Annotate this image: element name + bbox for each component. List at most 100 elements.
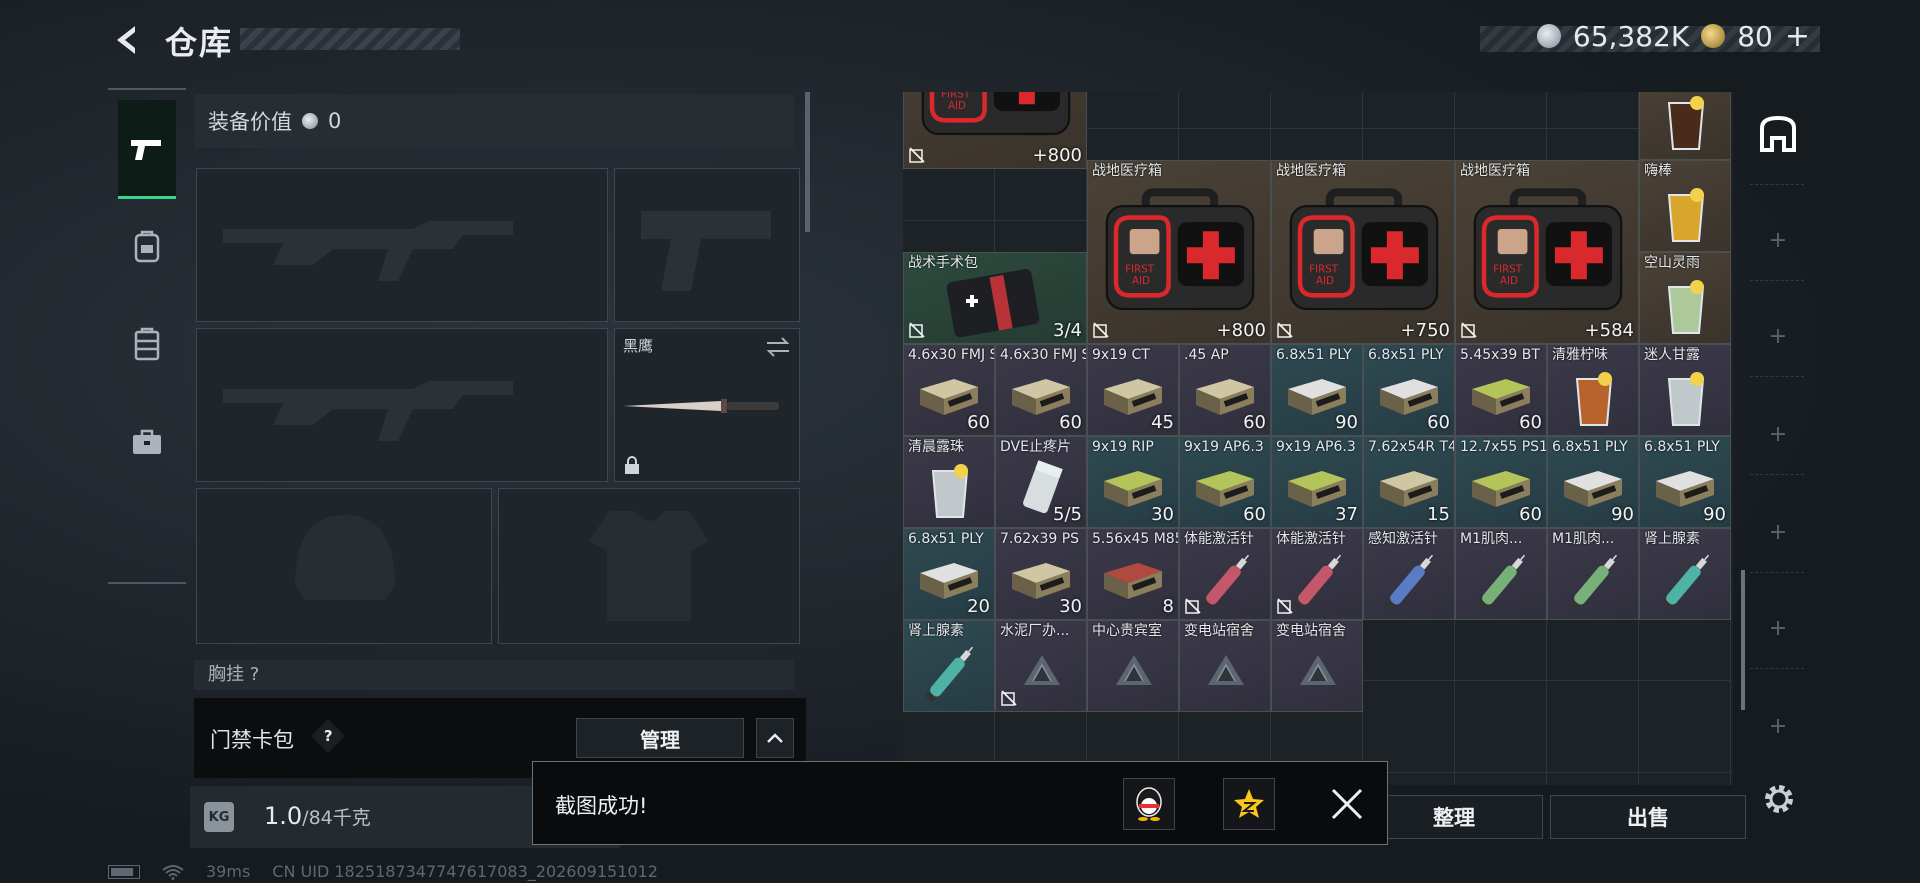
medkit-item[interactable]: FIRST AID +800 [903, 92, 1087, 169]
helmet-silhouette-icon [295, 515, 395, 600]
key-item[interactable]: 变电站宿舍 [1271, 620, 1363, 712]
settings-gear-icon[interactable] [1760, 780, 1798, 818]
drink-item[interactable] [1639, 92, 1731, 160]
melee-slot[interactable]: 黑鹰 [614, 328, 800, 482]
add-page-button[interactable]: + [1768, 616, 1788, 641]
add-page-button[interactable]: + [1768, 324, 1788, 349]
key-item[interactable]: 水泥厂办... [995, 620, 1087, 712]
category-tabs [108, 88, 186, 584]
weight-icon: KG [204, 802, 234, 832]
keycard-help-button[interactable]: ? [311, 719, 345, 753]
item-name: 清雅柠味 [1552, 347, 1608, 363]
swap-icon[interactable] [765, 337, 791, 357]
ammo-item[interactable]: 6.8x51 PLY 20 [903, 528, 995, 620]
ammo-item[interactable]: 9x19 RIP 30 [1087, 436, 1179, 528]
tab-case[interactable] [118, 394, 176, 490]
equipment-value-label: 装备价值 [208, 110, 292, 134]
injector-item[interactable]: M1肌肉... [1455, 528, 1547, 620]
medkit-item[interactable]: FIRST AID 战地医疗箱 +750 [1271, 160, 1455, 344]
key-item[interactable]: 中心贵宾室 [1087, 620, 1179, 712]
weight-max: /84千克 [302, 807, 371, 829]
item-name: DVE止疼片 [1000, 439, 1071, 455]
ammo-item[interactable]: 6.8x51 PLY 90 [1547, 436, 1639, 528]
svg-text:FIRST: FIRST [1125, 263, 1155, 275]
key-item[interactable]: 变电站宿舍 [1179, 620, 1271, 712]
item-name: 9x19 RIP [1092, 439, 1154, 455]
add-gold-button[interactable]: + [1785, 19, 1810, 54]
injector-item[interactable]: 肾上腺素 [1639, 528, 1731, 620]
qq-penguin-icon [1136, 787, 1162, 821]
add-page-button[interactable]: + [1768, 228, 1788, 253]
surgical-kit-item[interactable]: 战术手术包 3/4 [903, 252, 1087, 344]
item-count: +800 [1032, 145, 1082, 166]
chevron-up-icon [767, 733, 783, 743]
drink-item[interactable]: 嗨棒 [1639, 160, 1731, 252]
ammo-item[interactable]: 6.8x51 PLY 60 [1363, 344, 1455, 436]
add-page-button[interactable]: + [1768, 714, 1788, 739]
share-qzone-button[interactable] [1223, 778, 1275, 830]
ammo-item[interactable]: 4.6x30 FMJ SX 60 [903, 344, 995, 436]
gold-coin-icon [1701, 24, 1726, 48]
consumable-item[interactable]: 清晨露珠 [903, 436, 995, 528]
item-count: +584 [1584, 320, 1634, 341]
close-icon[interactable] [1327, 784, 1367, 824]
item-name: 体能激活针 [1184, 531, 1254, 547]
consumable-item[interactable]: 迷人甘露 [1639, 344, 1731, 436]
tab-backpack[interactable] [118, 198, 176, 294]
battery-icon [108, 864, 140, 879]
ammo-item[interactable]: 12.7x55 PS12A 60 [1455, 436, 1547, 528]
secondary-weapon-slot[interactable] [196, 328, 608, 482]
syringe-icon [1476, 554, 1526, 611]
injector-item[interactable]: M1肌肉... [1547, 528, 1639, 620]
ammo-item[interactable]: 6.8x51 PLY 90 [1639, 436, 1731, 528]
key-card-icon [1208, 655, 1244, 685]
back-button[interactable] [108, 20, 148, 60]
item-count: 5/5 [1053, 504, 1082, 525]
rail-divider [1750, 184, 1804, 186]
grid-cell [1363, 92, 1455, 129]
lock-icon [625, 456, 639, 474]
primary-weapon-slot[interactable] [196, 168, 608, 322]
share-qq-button[interactable] [1123, 778, 1175, 830]
tab-armor[interactable] [118, 296, 176, 392]
gold-amount: 80 [1737, 19, 1773, 53]
ammo-item[interactable]: 9x19 AP6.3 37 [1271, 436, 1363, 528]
ammo-item[interactable]: .45 AP 60 [1179, 344, 1271, 436]
ammo-item[interactable]: 9x19 AP6.3 60 [1179, 436, 1271, 528]
add-page-button[interactable]: + [1768, 520, 1788, 545]
helmet-slot[interactable] [196, 488, 492, 644]
tab-weapons[interactable] [118, 100, 176, 199]
grid-cell [1547, 773, 1639, 785]
title-decoration [240, 28, 460, 50]
ammo-item[interactable]: 4.6x30 FMJ SX 60 [995, 344, 1087, 436]
ammo-item[interactable]: 5.56x45 M855 8 [1087, 528, 1179, 620]
ammo-item[interactable]: 5.45x39 BT 60 [1455, 344, 1547, 436]
keycard-toggle-button[interactable] [756, 718, 794, 758]
medkit-item[interactable]: FIRST AID 战地医疗箱 +584 [1455, 160, 1639, 344]
injector-item[interactable]: 感知激活针 [1363, 528, 1455, 620]
ammo-item[interactable]: 7.62x54R T46M 15 [1363, 436, 1455, 528]
storage-home-icon[interactable] [1758, 114, 1798, 154]
consumable-item[interactable]: 清雅柠味 [1547, 344, 1639, 436]
ammo-item[interactable]: 6.8x51 PLY 90 [1271, 344, 1363, 436]
keycard-manage-button[interactable]: 管理 [576, 718, 744, 758]
armor-slot[interactable] [498, 488, 800, 644]
silver-amount: 65,382K [1572, 19, 1690, 53]
medkit-item[interactable]: FIRST AID 战地医疗箱 +800 [1087, 160, 1271, 344]
sort-button[interactable]: 整理 [1365, 795, 1543, 839]
ammo-item[interactable]: 9x19 CT 45 [1087, 344, 1179, 436]
sidearm-slot[interactable] [614, 168, 800, 322]
briefcase-icon [133, 429, 161, 454]
ammo-item[interactable]: 7.62x39 PS 30 [995, 528, 1087, 620]
drink-item[interactable]: 空山灵雨 [1639, 252, 1731, 344]
injector-item[interactable]: 肾上腺素 [903, 620, 995, 712]
sell-button[interactable]: 出售 [1550, 795, 1746, 839]
injector-item[interactable]: 体能激活针 [1179, 528, 1271, 620]
storage-scrollbar[interactable] [1741, 570, 1745, 710]
injector-item[interactable]: 体能激活针 [1271, 528, 1363, 620]
item-name: 战地医疗箱 [1092, 163, 1162, 179]
equipment-scrollbar[interactable] [805, 92, 810, 232]
not-insured-icon [909, 322, 925, 338]
consumable-item[interactable]: DVE止疼片 5/5 [995, 436, 1087, 528]
add-page-button[interactable]: + [1768, 422, 1788, 447]
